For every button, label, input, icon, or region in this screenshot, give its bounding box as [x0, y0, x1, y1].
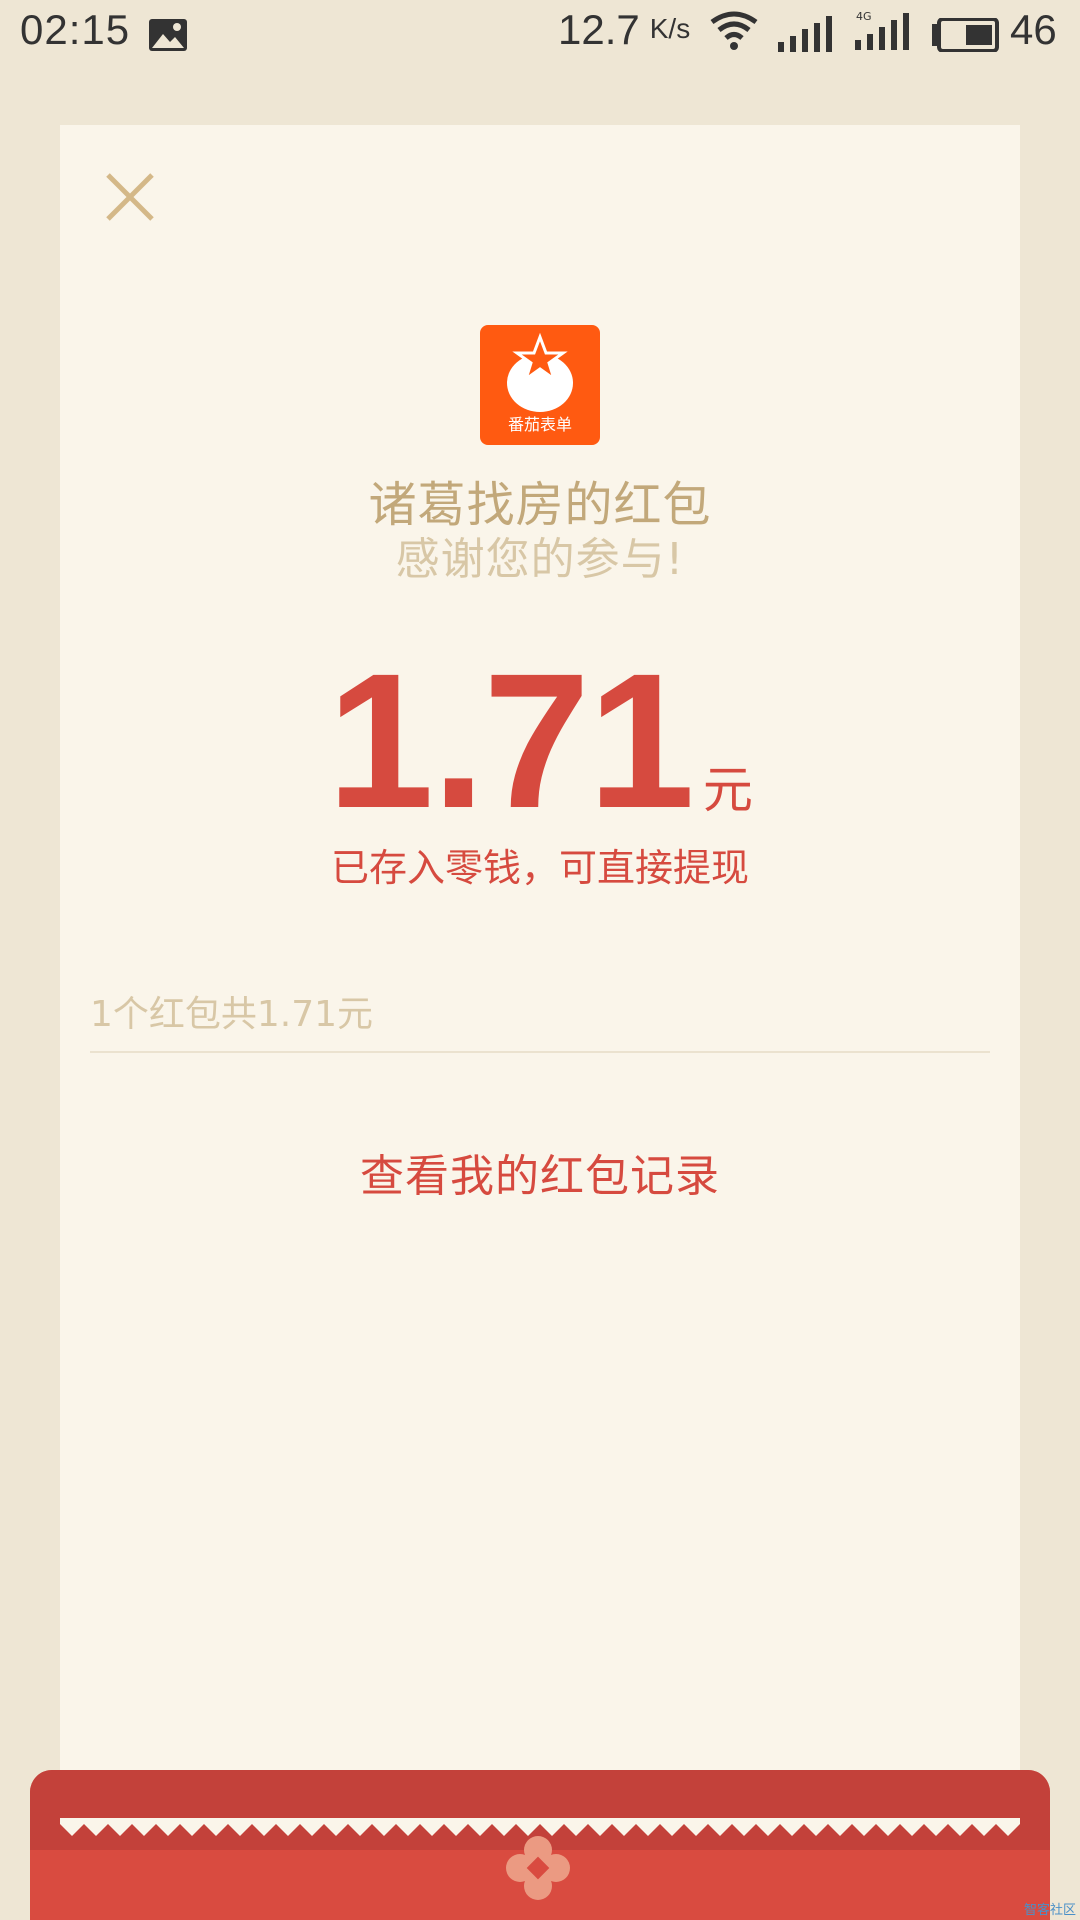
battery-level: 46 [1010, 6, 1057, 53]
divider [90, 1051, 990, 1053]
deposit-notice: 已存入零钱，可直接提现 [330, 846, 749, 890]
net-speed-unit: K/s [649, 13, 691, 44]
image-notification-icon [148, 14, 188, 62]
status-bar: 02:15 12.7 K/s 4G 46 [0, 0, 1080, 64]
battery-icon [932, 14, 1000, 62]
cell-signal-4g-icon: 4G [855, 10, 911, 60]
tomato-logo-icon: 番茄表单 [507, 332, 573, 434]
watermark: 智客社区 [1023, 1903, 1076, 1918]
status-time: 02:15 [20, 6, 131, 53]
wifi-icon [710, 10, 758, 62]
thanks-text: 感谢您的参与! [395, 534, 685, 585]
cell-signal-icon [778, 14, 834, 62]
app-logo-text: 番茄表单 [508, 415, 572, 434]
net-speed: 12.7 K/s [558, 6, 691, 53]
app-logo: 番茄表单 [480, 325, 600, 445]
flower-emblem-icon [506, 1836, 570, 1900]
view-records-link[interactable]: 查看我的红包记录 [60, 1140, 1020, 1204]
amount-value: 1.71 [327, 633, 695, 848]
amount-unit: 元 [702, 761, 753, 819]
close-button[interactable] [100, 167, 160, 227]
network-type-label: 4G [856, 10, 872, 23]
packet-summary: 1个红包共1.71元 [90, 994, 374, 1035]
amount-row: 1.71 元 [60, 645, 1020, 837]
close-icon [106, 173, 154, 221]
red-packet-card: 番茄表单 诸葛找房的红包 感谢您的参与! 1.71 元 已存入零钱，可直接提现 1… [60, 125, 1020, 1825]
